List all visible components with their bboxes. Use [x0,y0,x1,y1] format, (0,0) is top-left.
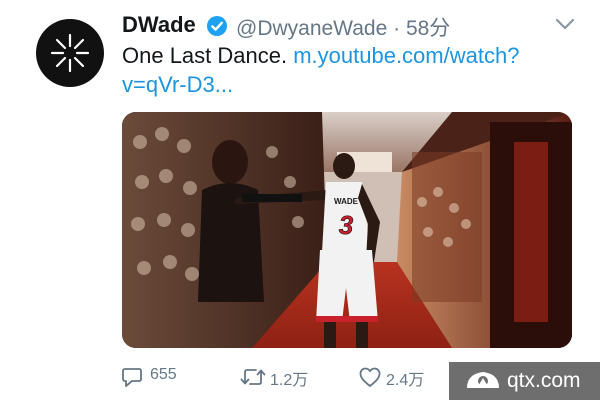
reply-button[interactable]: 655 [120,362,190,392]
reply-count: 655 [150,366,177,383]
retweet-count: 1.2万 [270,372,309,389]
retweet-button[interactable]: 1.2万 [240,362,320,392]
like-count: 2.4万 [386,372,425,389]
tweet-link-part2[interactable]: v=qVr-D3... [122,72,233,97]
reply-icon [122,368,142,387]
tweet-body: One Last Dance. [122,43,294,68]
display-name[interactable]: DWade [122,12,196,38]
jersey-number: 3 [339,210,354,240]
tweet-text: One Last Dance. m.youtube.com/watch? v=qV… [122,41,572,99]
photo-illustration: WADE 3 [122,112,572,348]
avatar[interactable] [36,19,104,87]
tweet-link-part1[interactable]: m.youtube.com/watch? [293,43,519,68]
tweet-header: DWade @DwyaneWade · 58分 [122,10,592,40]
watermark: qtx.com [449,362,600,400]
watermark-logo-icon [467,372,499,388]
heart-icon [359,367,381,387]
handle-and-time: @DwyaneWade · 58分 [236,12,450,42]
separator-dot: · [387,17,406,40]
retweet-icon [240,369,266,385]
tweet-media-photo[interactable]: WADE 3 [122,112,572,348]
timestamp[interactable]: 58分 [406,17,450,40]
like-button[interactable]: 2.4万 [358,362,438,392]
xpress-logo-icon [50,33,90,73]
chevron-down-icon[interactable] [554,16,576,32]
verified-badge-icon [207,16,227,36]
user-handle[interactable]: @DwyaneWade [236,17,387,40]
watermark-text: qtx.com [507,369,581,392]
jersey-name: WADE [334,197,359,206]
